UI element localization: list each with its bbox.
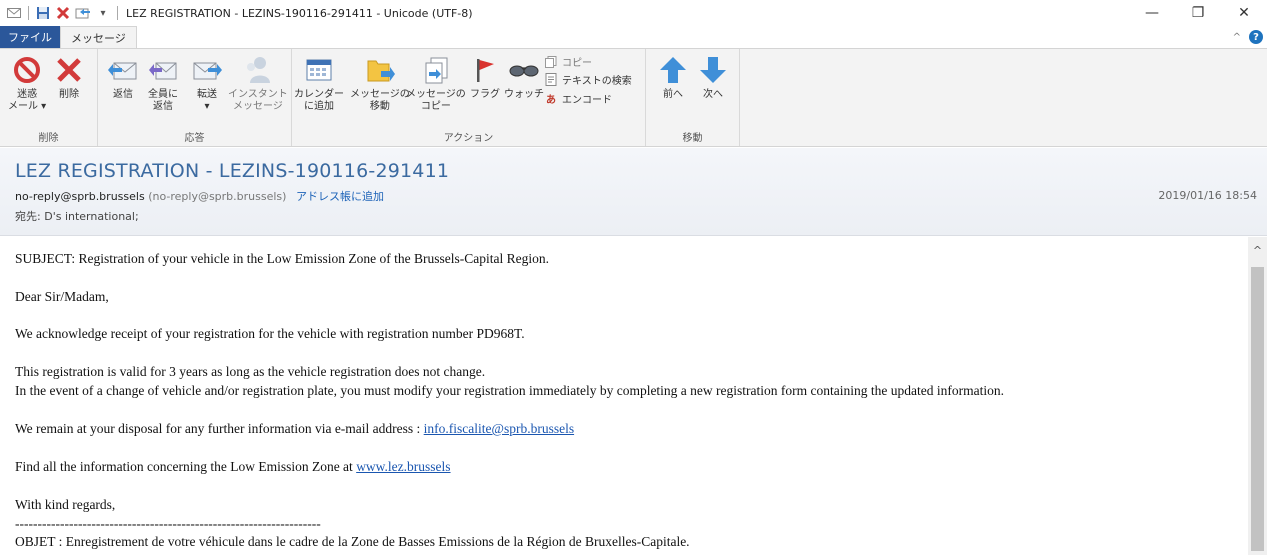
person-icon <box>241 53 275 87</box>
collapse-ribbon-icon[interactable]: ^ <box>1233 32 1241 43</box>
body-line-objet: OBJET : Enregistrement de votre véhicule… <box>15 534 690 549</box>
instant-message-button[interactable]: インスタント メッセージ <box>228 53 288 113</box>
arrow-up-icon <box>656 53 690 87</box>
delete-icon[interactable] <box>55 5 71 21</box>
arrow-down-icon <box>696 53 730 87</box>
reply-icon[interactable] <box>75 5 91 21</box>
group-label-move: 移動 <box>682 133 703 144</box>
body-line-subject: SUBJECT: Registration of your vehicle in… <box>15 251 550 266</box>
group-label-respond: 応答 <box>184 133 205 144</box>
help-icon[interactable]: ? <box>1249 30 1263 44</box>
junk-button[interactable]: 迷惑 メール ▾ <box>8 53 46 113</box>
scroll-up-icon[interactable]: ^ <box>1248 243 1267 257</box>
window-title: LEZ REGISTRATION - LEZINS-190116-291411 … <box>126 6 473 20</box>
encoding-icon: あ <box>546 95 556 106</box>
body-separator: ----------------------------------------… <box>15 516 321 531</box>
calendar-icon <box>302 53 336 87</box>
separator <box>117 6 118 20</box>
ribbon-right-controls: ^ ? <box>1233 30 1263 44</box>
window-controls: — ❐ ✕ <box>1129 0 1267 26</box>
recipient[interactable]: D's international; <box>44 210 138 223</box>
vertical-scrollbar[interactable]: ^ <box>1248 237 1267 555</box>
from-line: no-reply@sprb.brussels (no-reply@sprb.br… <box>15 188 384 204</box>
block-icon <box>10 53 44 87</box>
folder-move-icon <box>363 53 397 87</box>
ribbon: 迷惑 メール ▾ 削除 削除 返信 全員に 返信 転送 ▾ インスタント メッセ… <box>0 48 1267 147</box>
copy-document-icon <box>419 53 453 87</box>
copy-icon <box>544 55 558 69</box>
scroll-thumb[interactable] <box>1251 267 1264 551</box>
envelope-icon <box>6 5 22 21</box>
body-line-change: In the event of a change of vehicle and/… <box>15 383 1004 398</box>
restore-button[interactable]: ❐ <box>1175 0 1221 26</box>
message-subject: LEZ REGISTRATION - LEZINS-190116-291411 <box>15 160 450 182</box>
quick-access-toolbar: ▾ <box>0 5 120 21</box>
group-label-actions: アクション <box>443 133 494 144</box>
encode-button[interactable]: あ エンコード <box>544 91 612 106</box>
group-move: 前へ 次へ 移動 <box>646 49 740 146</box>
body-line-acknowledge: We acknowledge receipt of your registrat… <box>15 326 525 341</box>
delete-x-icon <box>52 53 86 87</box>
reply-button[interactable]: 返信 <box>106 53 140 101</box>
sender-address-paren: (no-reply@sprb.brussels) <box>148 190 287 203</box>
add-to-calendar-button[interactable]: カレンダー に追加 <box>294 53 344 113</box>
reply-all-icon <box>146 53 180 87</box>
title-bar: ▾ LEZ REGISTRATION - LEZINS-190116-29141… <box>0 0 1267 26</box>
reply-icon <box>106 53 140 87</box>
tab-file[interactable]: ファイル <box>0 26 60 48</box>
flag-button[interactable]: フラグ <box>468 53 502 101</box>
group-label-delete: 削除 <box>38 133 59 144</box>
group-delete: 迷惑 メール ▾ 削除 削除 <box>0 49 98 146</box>
body-line-validity: This registration is valid for 3 years a… <box>15 364 486 379</box>
sender-address[interactable]: no-reply@sprb.brussels <box>15 190 145 203</box>
next-button[interactable]: 次へ <box>696 53 730 101</box>
flag-icon <box>468 53 502 87</box>
body-line-info: Find all the information concerning the … <box>15 459 451 474</box>
reply-all-button[interactable]: 全員に 返信 <box>146 53 180 113</box>
find-text-button[interactable]: テキストの検索 <box>544 72 632 87</box>
forward-icon <box>190 53 224 87</box>
copy-message-button[interactable]: メッセージの コピー <box>406 53 466 113</box>
body-line-greeting: Dear Sir/Madam, <box>15 289 109 304</box>
close-button[interactable]: ✕ <box>1221 0 1267 26</box>
email-link[interactable]: info.fiscalite@sprb.brussels <box>424 421 574 436</box>
group-respond: 返信 全員に 返信 転送 ▾ インスタント メッセージ 応答 <box>98 49 292 146</box>
body-line-regards: With kind regards, <box>15 497 116 512</box>
ribbon-tabs: ファイル メッセージ <box>0 26 1267 48</box>
customize-qat-icon[interactable]: ▾ <box>95 5 111 21</box>
watch-button[interactable]: ウォッチ <box>504 53 544 101</box>
to-line: 宛先: D's international; <box>15 208 139 224</box>
copy-button[interactable]: コピー <box>544 54 592 69</box>
delete-button[interactable]: 削除 <box>52 53 86 101</box>
group-actions: カレンダー に追加 メッセージの 移動 メッセージの コピー フラグ ウォッチ … <box>292 49 646 146</box>
message-header: LEZ REGISTRATION - LEZINS-190116-291411 … <box>0 148 1267 236</box>
minimize-button[interactable]: — <box>1129 0 1175 26</box>
document-icon <box>544 73 558 87</box>
forward-button[interactable]: 転送 ▾ <box>190 53 224 113</box>
add-to-address-book-link[interactable]: アドレス帳に追加 <box>296 190 384 203</box>
website-link[interactable]: www.lez.brussels <box>356 459 450 474</box>
save-icon[interactable] <box>35 5 51 21</box>
separator <box>28 6 29 20</box>
to-label: 宛先: <box>15 210 41 223</box>
previous-button[interactable]: 前へ <box>656 53 690 101</box>
body-line-contact: We remain at your disposal for any furth… <box>15 421 575 436</box>
tab-message[interactable]: メッセージ <box>60 26 137 48</box>
message-body: SUBJECT: Registration of your vehicle in… <box>0 237 1248 555</box>
move-message-button[interactable]: メッセージの 移動 <box>350 53 410 113</box>
message-date: 2019/01/16 18:54 <box>1158 189 1257 202</box>
glasses-icon <box>507 53 541 87</box>
